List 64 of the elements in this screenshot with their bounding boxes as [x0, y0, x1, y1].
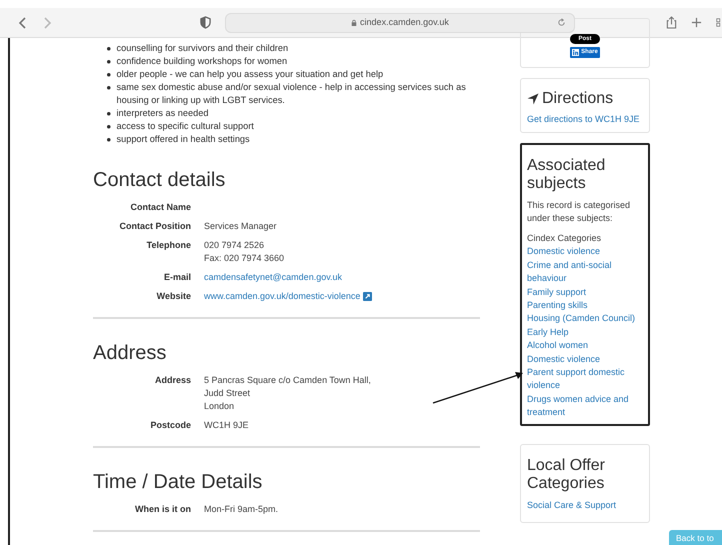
subject-link[interactable]: Early Help [527, 326, 643, 340]
service-item: access to specific cultural support [116, 120, 254, 133]
service-item: support offered in health settings [116, 133, 250, 146]
service-item: older people - we can help you assess your situation and get help [116, 68, 384, 81]
field-label: Postcode [149, 419, 191, 432]
bullet-icon [107, 60, 110, 64]
bullet-icon [107, 138, 110, 142]
bullet-icon [107, 112, 110, 116]
share-icon[interactable] [666, 16, 677, 29]
section-heading: Address [93, 341, 168, 365]
directions-heading: Directions [542, 89, 614, 109]
subject-link[interactable]: Family support [527, 286, 643, 300]
field-value: Judd Street [204, 387, 252, 400]
field-value: WC1H 9JE [204, 419, 249, 432]
section-heading: Contact details [93, 168, 226, 192]
linkedin-icon [572, 49, 580, 56]
field-value: London [204, 400, 236, 413]
service-item: counselling for survivors and their children [116, 42, 288, 55]
subject-link[interactable]: Parent support domestic violence [527, 366, 643, 393]
category-group-label: Cindex Categories [527, 232, 602, 245]
tabs-icon[interactable] [716, 17, 722, 28]
shield-icon[interactable] [200, 16, 211, 29]
bullet-icon [107, 125, 110, 128]
bullet-icon [107, 86, 110, 90]
lock-icon [351, 18, 358, 26]
subject-link[interactable]: Alcohol women [527, 339, 643, 353]
plus-icon[interactable] [691, 17, 702, 28]
url-text: cindex.camden.gov.uk [360, 16, 449, 29]
location-arrow-icon [527, 93, 539, 105]
directions-link[interactable]: Get directions to WC1H 9JE [527, 113, 643, 126]
subject-link[interactable]: Crime and anti-social behaviour [527, 258, 643, 286]
subject-link[interactable]: Housing (Camden Council) [527, 312, 643, 326]
field-value: Fax: 020 7974 3660 [204, 252, 284, 265]
field-value: Mon-Fri 9am-5pm. [204, 503, 278, 516]
subject-link[interactable]: Parenting skills [527, 299, 643, 312]
field-value: 020 7974 2526 [204, 239, 266, 252]
service-item: interpreters as needed [116, 107, 208, 120]
address-bar[interactable]: cindex.camden.gov.uk [225, 12, 575, 32]
service-item: same sex domestic abuse and/or sexual violence - help in accessing services such as housing or linking up with LGBT services. [116, 81, 467, 107]
subject-link[interactable]: Domestic violence [527, 352, 643, 366]
field-label: Contact Position [118, 220, 191, 233]
field-value: Services Manager [204, 220, 277, 233]
field-label: Telephone [146, 239, 191, 252]
service-item: confidence building workshops for women [116, 55, 288, 68]
subject-link[interactable]: Drugs women advice and treatment [527, 392, 643, 420]
section-heading: Time / Date Details [93, 470, 264, 494]
field-label: When is it on [134, 503, 191, 516]
field-label: E-mail [162, 271, 191, 284]
field-label: Address [154, 374, 191, 387]
bullet-icon [107, 73, 110, 76]
reload-icon[interactable] [557, 18, 566, 27]
local-offer-heading: Local Offer Categories [527, 456, 606, 493]
subject-link[interactable]: Domestic violence [527, 245, 643, 259]
bullet-icon [107, 47, 110, 50]
field-value: 5 Pancras Square c/o Camden Town Hall, [204, 374, 371, 387]
email-link[interactable]: camdensafetynet@camden.gov.uk [204, 271, 342, 284]
external-link-icon[interactable] [363, 292, 372, 301]
website-link[interactable]: www.camden.gov.uk/domestic-violence [204, 290, 360, 303]
field-label: Contact Name [129, 201, 191, 214]
associated-heading: Associated subjects [527, 157, 606, 193]
category-link[interactable]: Social Care & Support [527, 498, 643, 512]
associated-intro: This record is categorised under these subjects: [527, 199, 632, 225]
back-icon[interactable] [18, 16, 28, 30]
field-label: Website [156, 290, 191, 303]
